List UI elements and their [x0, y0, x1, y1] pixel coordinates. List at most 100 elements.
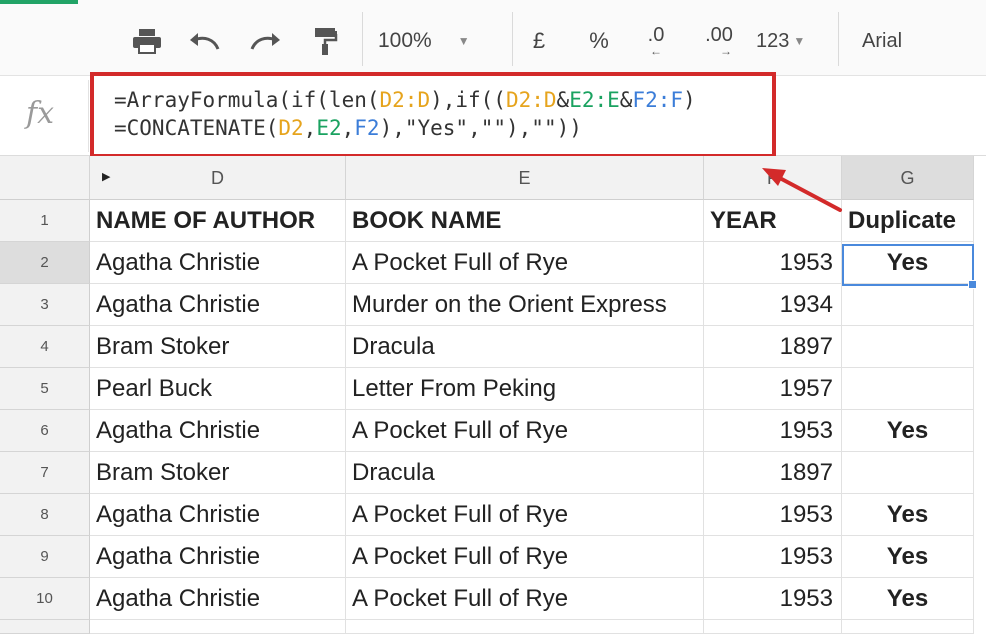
table-cell[interactable]: Yes [842, 536, 974, 578]
paint-format-icon[interactable] [306, 22, 344, 60]
formula-input[interactable]: =ArrayFormula(if(len(D2:D),if((D2:D&E2:E… [90, 72, 776, 158]
table-cell[interactable]: A Pocket Full of Rye [346, 410, 704, 452]
toolbar-divider [838, 12, 839, 66]
table-cell[interactable]: 1953 [704, 578, 842, 620]
toolbar-divider [362, 12, 363, 66]
row-header[interactable] [0, 620, 90, 634]
percent-format-button[interactable]: % [584, 22, 614, 60]
row-header[interactable]: 6 [0, 410, 90, 452]
table-cell[interactable]: 1953 [704, 494, 842, 536]
row-header[interactable]: 3 [0, 284, 90, 326]
table-cell[interactable] [346, 620, 704, 634]
column-title-cell[interactable]: NAME OF AUTHOR [90, 200, 346, 242]
column-title-cell[interactable]: YEAR [704, 200, 842, 242]
formula-token: D2:D [379, 88, 431, 112]
table-cell[interactable]: 1953 [704, 242, 842, 284]
formula-line-1: =ArrayFormula(if(len(D2:D),if((D2:D&E2:E… [114, 86, 696, 114]
formula-token: F2 [354, 116, 380, 140]
formula-token: & [619, 88, 633, 112]
increase-decimals-label: .00 [705, 24, 733, 46]
column-header-f[interactable]: F [704, 156, 842, 200]
table-cell[interactable] [842, 368, 974, 410]
undo-icon[interactable] [186, 22, 224, 60]
table-cell[interactable]: Bram Stoker [90, 326, 346, 368]
font-family-label: Arial [862, 29, 903, 52]
table-cell[interactable]: Dracula [346, 452, 704, 494]
font-family-select[interactable]: Arial [862, 22, 952, 60]
row-header[interactable]: 10 [0, 578, 90, 620]
select-all-corner[interactable] [0, 156, 90, 200]
percent-icon: % [589, 28, 609, 53]
formula-token: D2 [278, 116, 304, 140]
zoom-value: 100% [378, 29, 432, 52]
table-cell[interactable]: Agatha Christie [90, 578, 346, 620]
table-cell[interactable]: Pearl Buck [90, 368, 346, 410]
row-header[interactable]: 2 [0, 242, 90, 284]
table-cell[interactable]: Agatha Christie [90, 536, 346, 578]
expand-marker-icon: ▶ [102, 171, 111, 183]
zoom-select[interactable]: 100% ▼ [378, 22, 498, 60]
row-header[interactable]: 9 [0, 536, 90, 578]
row-header[interactable]: 1 [0, 200, 90, 242]
table-cell[interactable] [842, 284, 974, 326]
table-cell[interactable]: 1897 [704, 326, 842, 368]
fx-icon: fx [26, 96, 55, 131]
table-cell[interactable] [842, 620, 974, 634]
formula-token: & [556, 88, 570, 112]
currency-format-button[interactable]: £ [524, 22, 554, 60]
formula-token: E2:E [569, 88, 620, 112]
column-title-cell[interactable]: Duplicate [842, 200, 974, 242]
table-cell[interactable]: A Pocket Full of Rye [346, 494, 704, 536]
table-cell[interactable]: Agatha Christie [90, 242, 346, 284]
table-cell[interactable]: Agatha Christie [90, 284, 346, 326]
decrease-decimals-button[interactable]: .0 ← [636, 22, 676, 60]
table-cell[interactable]: Letter From Peking [346, 368, 704, 410]
formula-bar-divider [88, 80, 89, 152]
row-header[interactable]: 4 [0, 326, 90, 368]
column-header-e[interactable]: E [346, 156, 704, 200]
table-cell[interactable]: A Pocket Full of Rye [346, 536, 704, 578]
column-header-g[interactable]: G [842, 156, 974, 200]
column-header-d[interactable]: D [90, 156, 346, 200]
row-header[interactable]: 8 [0, 494, 90, 536]
formula-token: ) [683, 88, 696, 112]
table-cell[interactable]: Yes [842, 578, 974, 620]
table-cell[interactable]: Bram Stoker [90, 452, 346, 494]
row-header[interactable]: 5 [0, 368, 90, 410]
arrow-left-icon: ← [650, 44, 662, 58]
table-cell[interactable] [90, 620, 346, 634]
table-cell[interactable]: Dracula [346, 326, 704, 368]
sheet-accent-bar [0, 0, 78, 4]
table-cell[interactable] [842, 326, 974, 368]
formula-token: F2:F [632, 88, 683, 112]
currency-icon: £ [532, 28, 546, 53]
toolbar-divider [512, 12, 513, 66]
increase-decimals-button[interactable]: .00 → [698, 22, 740, 60]
redo-icon[interactable] [246, 22, 284, 60]
formula-token: D2:D [505, 88, 557, 112]
decrease-decimals-label: .0 [647, 24, 665, 46]
table-cell[interactable]: 1897 [704, 452, 842, 494]
row-header[interactable]: 7 [0, 452, 90, 494]
table-cell[interactable]: Yes [842, 410, 974, 452]
table-cell[interactable] [704, 620, 842, 634]
formula-token: =ArrayFormula(if(len( [114, 88, 380, 112]
table-cell[interactable]: Agatha Christie [90, 494, 346, 536]
column-title-cell[interactable]: BOOK NAME [346, 200, 704, 242]
table-cell[interactable]: Murder on the Orient Express [346, 284, 704, 326]
table-cell[interactable] [842, 452, 974, 494]
print-icon[interactable] [128, 22, 166, 60]
table-cell[interactable]: 1953 [704, 536, 842, 578]
arrow-right-icon: → [720, 44, 732, 58]
more-formats-label: 123 [756, 29, 790, 52]
table-cell[interactable]: Agatha Christie [90, 410, 346, 452]
table-cell[interactable]: A Pocket Full of Rye [346, 578, 704, 620]
table-cell[interactable]: Yes [842, 494, 974, 536]
table-cell[interactable]: A Pocket Full of Rye [346, 242, 704, 284]
table-cell[interactable]: 1953 [704, 410, 842, 452]
more-formats-select[interactable]: 123 ▼ [756, 22, 816, 60]
formula-line-2: =CONCATENATE(D2,E2,F2),"Yes",""),"")) [114, 114, 696, 142]
fill-handle[interactable] [968, 280, 977, 289]
table-cell[interactable]: 1957 [704, 368, 842, 410]
table-cell[interactable]: 1934 [704, 284, 842, 326]
